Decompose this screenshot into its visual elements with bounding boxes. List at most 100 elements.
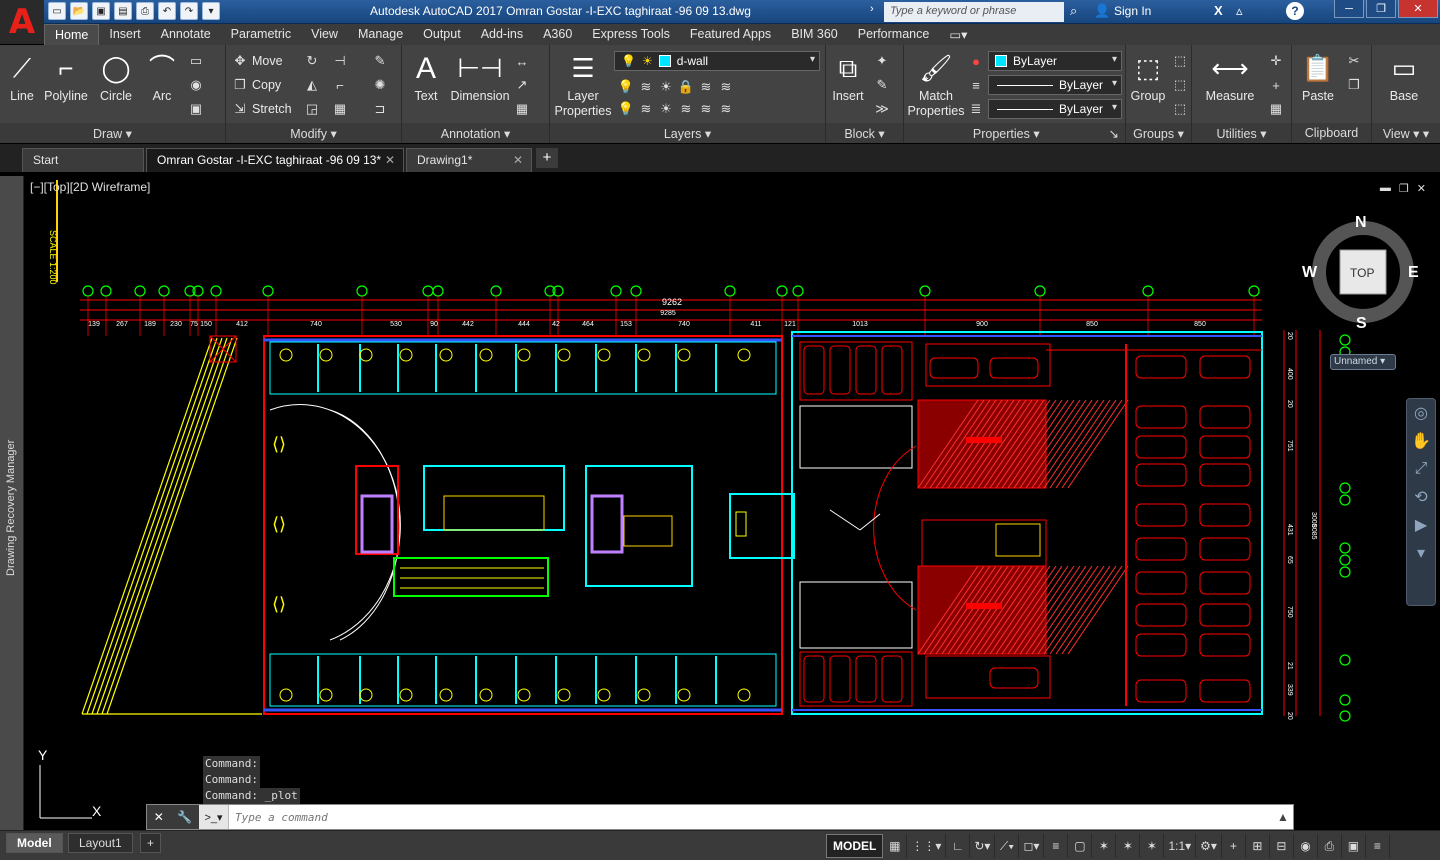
layer-dropdown[interactable]: 💡 ☀ d-wall ▾ [614,51,820,71]
sign-in-button[interactable]: Sign In [1114,4,1151,18]
showmotion-icon[interactable]: ▶ [1407,511,1435,539]
tab-annotate[interactable]: Annotate [151,24,221,45]
tab-output[interactable]: Output [413,24,471,45]
zoom-extents-icon[interactable]: ⤢ [1407,455,1435,483]
ortho-icon[interactable]: ∟ [946,834,971,858]
viewport-close-icon[interactable]: ✕ [1417,182,1426,195]
create-block-button[interactable]: ✦ [874,51,890,71]
save-icon[interactable]: ▣ [92,2,110,20]
annotation-scale-icon[interactable]: ✶ [1140,834,1165,858]
tab-featured-apps[interactable]: Featured Apps [680,24,781,45]
restore-button[interactable]: ❐ [1366,0,1396,18]
text-button[interactable]: A Text [408,51,444,104]
pan-icon[interactable]: ✋ [1407,427,1435,455]
measure-button[interactable]: ⟷ Measure [1198,51,1262,104]
calculator-button[interactable]: ▦ [1268,99,1284,119]
redo-icon[interactable]: ↷ [180,2,198,20]
qat-dropdown-icon[interactable]: ▾ [202,2,220,20]
polar-icon[interactable]: ↻▾ [970,834,996,858]
insert-button[interactable]: ⧉ Insert [828,51,868,104]
doc-tab-omran[interactable]: Omran Gostar -I-EXC taghiraat -96 09 13*… [146,148,404,172]
quick-properties-icon[interactable]: ⊟ [1270,834,1294,858]
paste-button[interactable]: 📋 Paste [1298,51,1338,104]
compass-east[interactable]: E [1408,264,1419,282]
isodraft-icon[interactable]: ⟋▾ [995,834,1020,858]
autoscale-icon[interactable]: ✶ [1116,834,1141,858]
match-properties-button[interactable]: 🖌 Match Properties [906,51,966,119]
tab-view[interactable]: View [301,24,348,45]
clean-screen-icon[interactable]: ▣ [1342,834,1366,858]
tab-manage[interactable]: Manage [348,24,413,45]
tab-insert[interactable]: Insert [99,24,150,45]
erase-button[interactable]: ✎ [372,51,388,71]
customize-icon[interactable]: 🔧 [177,810,192,824]
rotate-button[interactable]: ↻ [304,51,320,71]
view-panel-title[interactable]: View ▾ ▾ [1372,123,1440,143]
search-input[interactable]: Type a keyword or phrase [884,2,1064,22]
transparency-icon[interactable]: ▢ [1068,834,1093,858]
viewport-minimize-icon[interactable]: ▬ [1380,182,1391,195]
compass-west[interactable]: W [1302,264,1317,282]
close-tab-icon[interactable]: ✕ [385,153,395,167]
tab-model[interactable]: Model [6,833,63,853]
orbit-icon[interactable]: ⟲ [1407,483,1435,511]
tab-add-ins[interactable]: Add-ins [471,24,533,45]
command-prompt-icon[interactable]: >_▾ [199,805,229,829]
new-icon[interactable]: ▭ [48,2,66,20]
group-select-button[interactable]: ⬚ [1172,99,1188,119]
trim-button[interactable]: ⊣ [332,51,348,71]
ribbon-toggle-icon[interactable]: ▭▾ [939,24,977,45]
layers-panel-title[interactable]: Layers ▾ [550,123,825,143]
close-button[interactable]: ✕ [1398,0,1438,18]
offset-button[interactable]: ⊐ [372,99,388,119]
circle-button[interactable]: ◯ Circle [94,51,138,104]
annotation-scale-value[interactable]: 1:1 ▾ [1164,834,1197,858]
tab-parametric[interactable]: Parametric [221,24,301,45]
point-style-button[interactable]: ✛ [1268,51,1284,71]
ungroup-button[interactable]: ⬚ [1172,51,1188,71]
model-space-button[interactable]: MODEL [826,834,884,858]
navbar-menu-icon[interactable]: ▾ [1407,539,1435,567]
leader-button[interactable]: ↗ [514,75,530,95]
lineweight-toggle-icon[interactable]: ≡ [1044,834,1069,858]
drawing-recovery-manager-bar[interactable]: Drawing Recovery Manager [0,176,24,830]
rectangle-button[interactable]: ▭ [188,51,204,71]
user-icon[interactable]: 👤 [1094,3,1110,19]
block-panel-title[interactable]: Block ▾ [826,123,903,143]
snap-icon[interactable]: ⋮⋮▾ [907,834,947,858]
tab-home[interactable]: Home [44,24,100,45]
explode-button[interactable]: ✺ [372,75,388,95]
units-icon[interactable]: ⊞ [1246,834,1270,858]
polyline-button[interactable]: ⌐ Polyline [42,51,90,104]
search-arrow-icon[interactable]: › [870,3,874,15]
id-point-button[interactable]: + [1268,75,1284,95]
tab-a360[interactable]: A360 [533,24,582,45]
close-command-line-icon[interactable]: ✕ [154,810,164,824]
tab-express-tools[interactable]: Express Tools [582,24,680,45]
workspace-gear-icon[interactable]: ⚙▾ [1196,834,1222,858]
annotation-panel-title[interactable]: Annotation ▾ [402,123,549,143]
groups-panel-title[interactable]: Groups ▾ [1126,123,1191,143]
add-layout-button[interactable]: + [140,833,162,853]
binoculars-icon[interactable]: ⌕ [1070,3,1077,19]
stretch-button[interactable]: ⇲ Stretch [232,99,292,119]
viewport-restore-icon[interactable]: ❐ [1399,182,1409,195]
steering-wheel-icon[interactable]: ◎ [1407,399,1435,427]
print-icon[interactable]: ⎙ [136,2,154,20]
group-edit-button[interactable]: ⬚ [1172,75,1188,95]
doc-tab-start[interactable]: Start [22,148,144,172]
help-icon[interactable]: ? [1286,2,1304,20]
arc-button[interactable]: ⌒ Arc [142,51,182,104]
edit-block-button[interactable]: ✎ [874,75,890,95]
utilities-panel-title[interactable]: Utilities ▾ [1192,123,1291,143]
isolate-objects-icon[interactable]: ◉ [1294,834,1318,858]
color-dropdown[interactable]: ByLayer ▾ [988,51,1122,71]
tab-performance[interactable]: Performance [848,24,940,45]
properties-panel-title[interactable]: Properties ▾ ↘ [904,123,1125,143]
command-history-up-icon[interactable]: ▲ [1273,810,1293,824]
dimension-button[interactable]: ⊢⊣ Dimension [448,51,512,104]
scale-button[interactable]: ◲ [304,99,320,119]
compass-south[interactable]: S [1356,315,1367,333]
boundary-button[interactable]: ▣ [188,99,204,119]
lineweight-dropdown[interactable]: ByLayer ▾ [988,99,1122,119]
